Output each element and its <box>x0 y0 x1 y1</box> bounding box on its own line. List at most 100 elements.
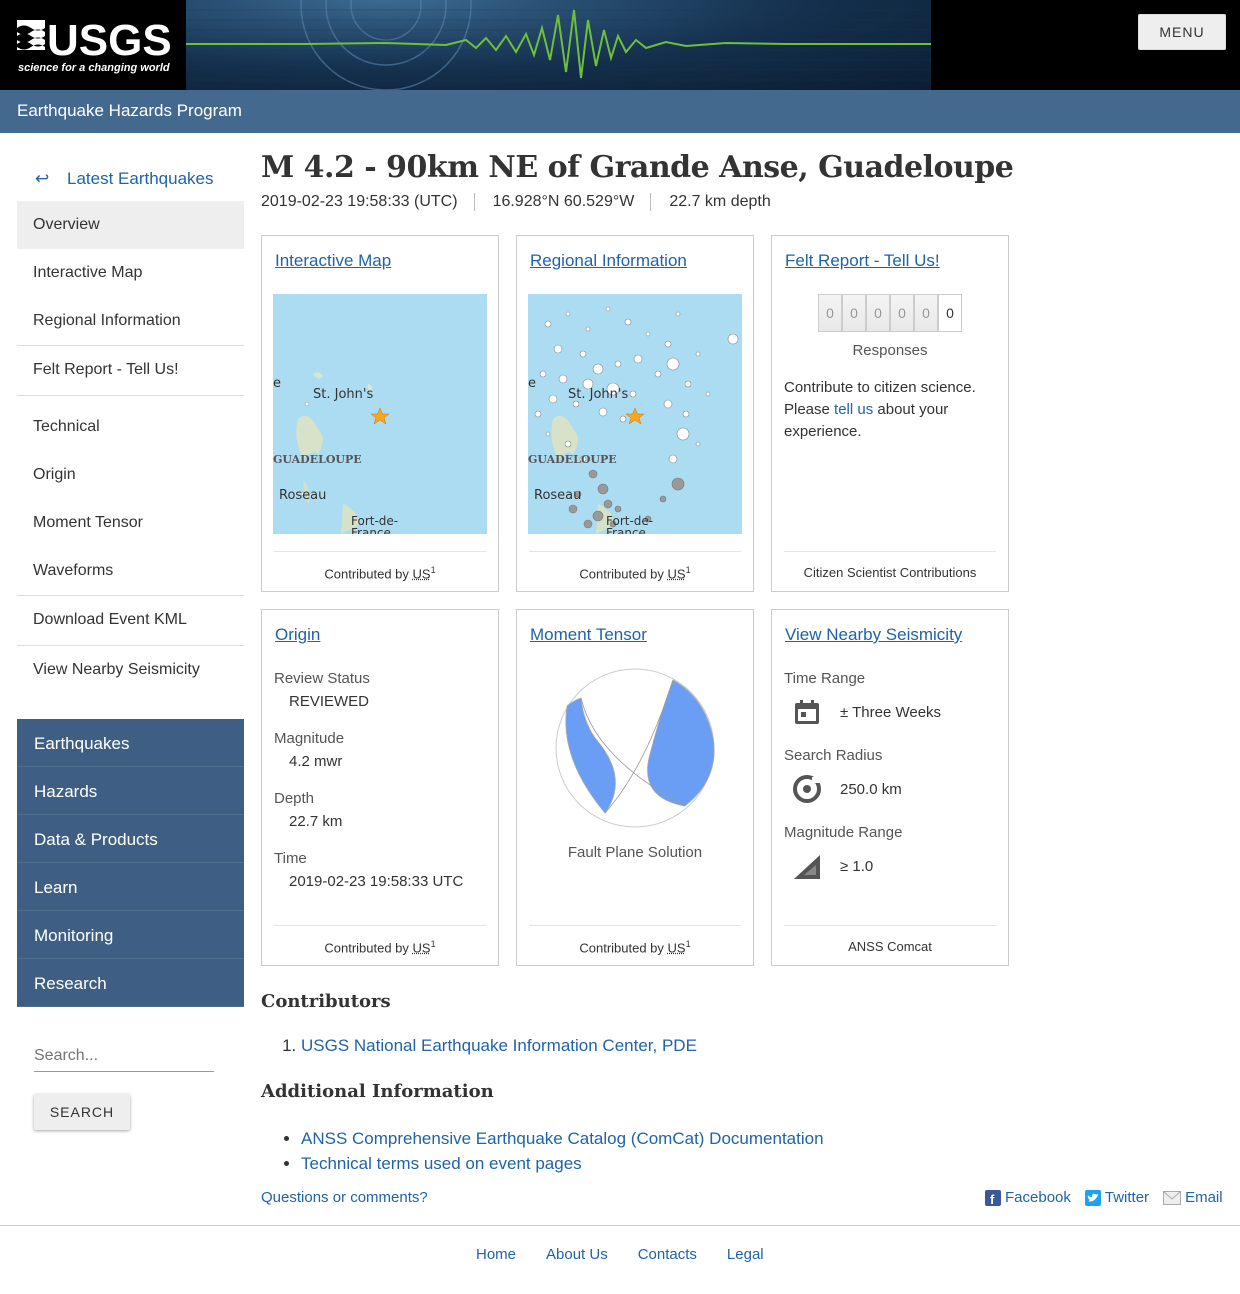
footer-contacts-link[interactable]: Contacts <box>638 1246 697 1263</box>
felt-report-link[interactable]: Felt Report - Tell Us! <box>785 251 940 271</box>
map-contributor: Contributed by US1 <box>274 551 486 591</box>
top-header: USGS science for a changing world MENU <box>0 0 1240 90</box>
review-status-label: Review Status <box>274 670 370 687</box>
program-title[interactable]: Earthquake Hazards Program <box>17 101 242 120</box>
earthquake-dot <box>597 483 609 495</box>
sidebar-item-nearby-seismicity[interactable]: View Nearby Seismicity <box>17 646 244 695</box>
beachball-diagram[interactable] <box>555 668 715 828</box>
earthquake-dot <box>565 311 571 317</box>
depth-label: Depth <box>274 790 315 807</box>
additional-info-section: Additional Information ANSS Comprehensiv… <box>261 1081 824 1176</box>
svg-text:USGS: USGS <box>47 16 172 65</box>
tell-us-link[interactable]: tell us <box>834 401 873 418</box>
questions-link[interactable]: Questions or comments? <box>261 1189 428 1206</box>
magnitude-label: Magnitude <box>274 730 345 747</box>
regional-map-thumbnail[interactable]: e St. John's GUADELOUPE Roseau Fort-de- … <box>528 294 742 534</box>
usgs-logo-icon: USGS science for a changing world <box>17 16 172 74</box>
review-status-value: REVIEWED <box>289 693 370 710</box>
sidebar-item-felt-report[interactable]: Felt Report - Tell Us! <box>17 346 244 395</box>
nearby-seismicity-link[interactable]: View Nearby Seismicity <box>785 625 962 645</box>
origin-link[interactable]: Origin <box>275 625 320 645</box>
magnitude-range-row: ≥ 1.0 <box>792 849 941 883</box>
contributor-code: US <box>667 940 686 956</box>
section-earthquakes[interactable]: Earthquakes <box>17 719 244 767</box>
sidebar-item-overview[interactable]: Overview <box>17 201 244 249</box>
nearby-seismicity-card: View Nearby Seismicity Time Range ± Thre… <box>771 609 1009 966</box>
main-content: M 4.2 - 90km NE of Grande Anse, Guadelou… <box>261 150 1226 1206</box>
list-item: USGS National Earthquake Information Cen… <box>301 1036 697 1056</box>
email-share[interactable]: Email <box>1163 1189 1223 1206</box>
regional-information-link[interactable]: Regional Information <box>530 251 687 271</box>
earthquake-dot <box>592 510 604 522</box>
contributor-code: US <box>412 566 431 582</box>
counter-digit: 0 <box>938 294 962 332</box>
sidebar-item-download-kml[interactable]: Download Event KML <box>17 596 244 645</box>
magnitude-range-label: Magnitude Range <box>784 824 903 841</box>
nearby-footer: ANSS Comcat <box>784 925 996 965</box>
felt-report-card: Felt Report - Tell Us! 0 0 0 0 0 0 Respo… <box>771 235 1009 592</box>
latest-earthquakes-link[interactable]: ↩ Latest Earthquakes <box>17 155 244 201</box>
menu-button[interactable]: MENU <box>1138 14 1226 50</box>
earthquake-dot <box>588 469 598 479</box>
section-monitoring[interactable]: Monitoring <box>17 911 244 959</box>
earthquake-dot <box>645 331 651 337</box>
sidebar-item-interactive-map[interactable]: Interactive Map <box>17 249 244 297</box>
earthquake-dot <box>668 454 678 464</box>
event-depth: 22.7 km depth <box>669 193 771 210</box>
usgs-logo[interactable]: USGS science for a changing world <box>0 0 186 90</box>
sidebar-item-waveforms[interactable]: Waveforms <box>17 547 244 595</box>
list-item: ANSS Comprehensive Earthquake Catalog (C… <box>301 1126 824 1151</box>
earthquake-dot <box>614 505 622 513</box>
event-time: 2019-02-23 19:58:33 (UTC) <box>261 193 475 211</box>
earthquake-dot <box>534 410 542 418</box>
origin-card: Origin Review Status REVIEWED Magnitude … <box>261 609 499 966</box>
technical-terms-link[interactable]: Technical terms used on event pages <box>301 1154 582 1173</box>
earthquake-dot <box>666 357 680 371</box>
origin-contributor: Contributed by US1 <box>274 925 486 965</box>
nav-group-kml: Download Event KML <box>17 596 244 646</box>
footer-home-link[interactable]: Home <box>476 1246 516 1263</box>
search-radius-row: 250.0 km <box>792 772 941 806</box>
sidebar-item-technical[interactable]: Technical <box>17 396 244 451</box>
section-research[interactable]: Research <box>17 959 244 1007</box>
earthquake-dot <box>614 360 622 368</box>
interactive-map-link[interactable]: Interactive Map <box>275 251 391 271</box>
twitter-share[interactable]: Twitter <box>1084 1189 1149 1206</box>
counter-digit: 0 <box>842 294 866 332</box>
site-search: SEARCH <box>17 1043 244 1130</box>
footer-about-link[interactable]: About Us <box>546 1246 608 1263</box>
page-footer: Home About Us Contacts Legal <box>0 1225 1240 1294</box>
interactive-map-thumbnail[interactable]: e St. John's GUADELOUPE Roseau Fort-de- … <box>273 294 487 534</box>
responses-label: Responses <box>852 342 928 359</box>
felt-footer: Citizen Scientist Contributions <box>784 551 996 591</box>
svg-text:France: France <box>351 526 391 534</box>
earthquake-dot <box>664 340 672 348</box>
interactive-map-card: Interactive Map e St. John's GUADELOUPE … <box>261 235 499 592</box>
moment-tensor-link[interactable]: Moment Tensor <box>530 625 647 645</box>
earthquake-dot <box>545 431 551 437</box>
svg-text:Roseau: Roseau <box>534 488 581 503</box>
sidebar-item-moment-tensor[interactable]: Moment Tensor <box>17 499 244 547</box>
earthquake-dot <box>695 441 701 447</box>
contributor-link[interactable]: USGS National Earthquake Information Cen… <box>301 1036 697 1055</box>
page-title: M 4.2 - 90km NE of Grande Anse, Guadelou… <box>261 150 1014 185</box>
magnitude-value: 4.2 mwr <box>289 753 343 770</box>
facebook-share[interactable]: f Facebook <box>985 1189 1071 1206</box>
footer-legal-link[interactable]: Legal <box>727 1246 764 1263</box>
earthquake-dot <box>727 333 739 345</box>
svg-text:e: e <box>528 376 536 391</box>
search-button[interactable]: SEARCH <box>34 1094 130 1130</box>
additional-info-heading: Additional Information <box>261 1081 494 1102</box>
section-data-products[interactable]: Data & Products <box>17 815 244 863</box>
additional-info-list: ANSS Comprehensive Earthquake Catalog (C… <box>301 1126 824 1176</box>
section-hazards[interactable]: Hazards <box>17 767 244 815</box>
search-input[interactable] <box>34 1043 214 1072</box>
magnitude-range-value: ≥ 1.0 <box>840 857 874 875</box>
comcat-doc-link[interactable]: ANSS Comprehensive Earthquake Catalog (C… <box>301 1129 824 1148</box>
section-learn[interactable]: Learn <box>17 863 244 911</box>
search-radius-label: Search Radius <box>784 747 883 764</box>
program-bar[interactable]: Earthquake Hazards Program <box>0 90 1240 133</box>
origin-details: Review Status REVIEWED Magnitude 4.2 mwr… <box>274 670 463 910</box>
sidebar-item-origin[interactable]: Origin <box>17 451 244 499</box>
sidebar-item-regional-information[interactable]: Regional Information <box>17 297 244 345</box>
